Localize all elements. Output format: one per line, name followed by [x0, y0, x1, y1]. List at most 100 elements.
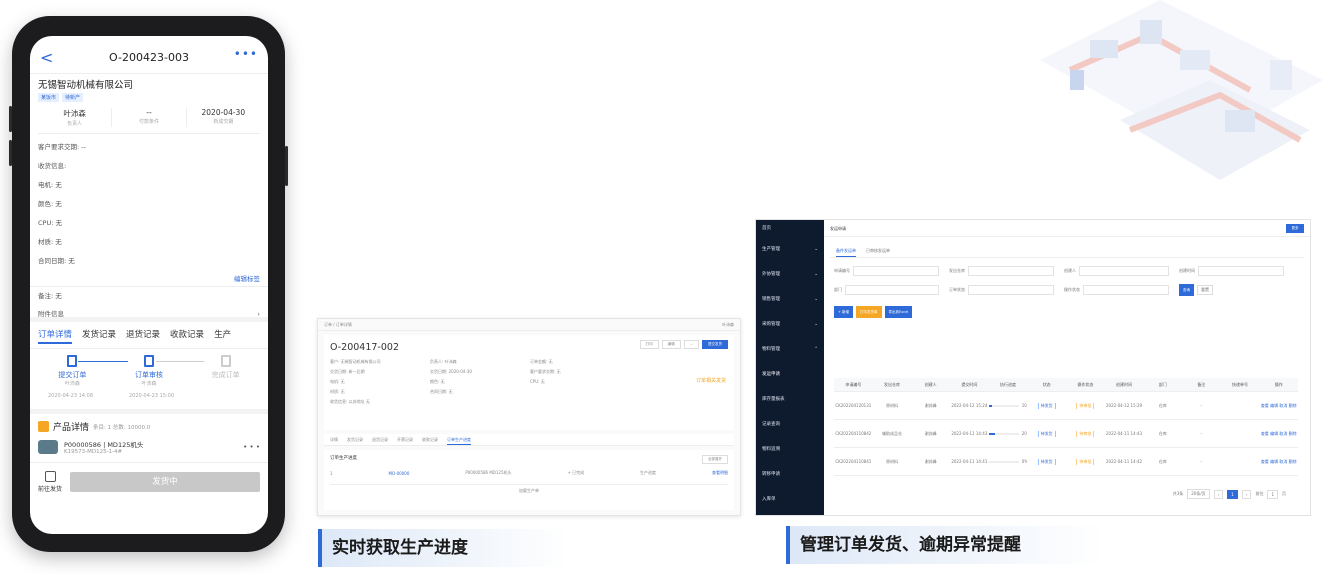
- sidebar-label: 物料管理: [762, 347, 780, 352]
- reset-button[interactable]: 重置: [1197, 285, 1213, 295]
- sidebar-item[interactable]: 物料追溯: [756, 437, 824, 462]
- filter-select[interactable]: [968, 285, 1054, 295]
- filter-select[interactable]: [1083, 285, 1169, 295]
- sidebar-label: 生产管理: [762, 247, 780, 252]
- search-button[interactable]: 查询: [1179, 284, 1194, 296]
- view-detail-link[interactable]: 查看明细: [712, 470, 728, 476]
- row-actions[interactable]: 查看 编辑 取消 删除: [1259, 431, 1298, 437]
- summary-row: 叶沛森 负责人 -- 付款条件 2020-04-30 新成交期: [38, 108, 260, 134]
- tab[interactable]: 开票记录: [397, 434, 413, 445]
- sidebar-item[interactable]: 转移申请: [756, 462, 824, 487]
- more-icon[interactable]: •••: [234, 47, 258, 61]
- tab-pending[interactable]: 备件发运单: [836, 243, 856, 257]
- tab-shipping[interactable]: 发货记录: [82, 328, 116, 344]
- sidebar-item[interactable]: 外协管理 ⌄: [756, 262, 824, 287]
- edit-tags-link[interactable]: 编辑标签: [30, 271, 268, 287]
- sidebar-item-active[interactable]: 发运申请: [756, 362, 824, 387]
- next-page[interactable]: ›: [1241, 489, 1252, 499]
- product-item[interactable]: P00000586 | MD125机头 K19573-MD125-1-4# • •…: [30, 435, 268, 459]
- shipping-button[interactable]: 发货中: [70, 472, 260, 492]
- table-row[interactable]: CK202204110841 原材料 谢苏峰 2022-04-11 14:410% 待发…: [834, 448, 1298, 476]
- page-number[interactable]: 1: [1227, 489, 1238, 499]
- tab-order-detail[interactable]: 订单详情: [38, 328, 73, 344]
- status-badge: 待发货: [1037, 430, 1056, 437]
- sidebar-label: 物料追溯: [762, 447, 780, 452]
- tab-production[interactable]: 生产: [214, 328, 231, 344]
- tab[interactable]: 退货记录: [372, 434, 388, 445]
- goto-input[interactable]: 1: [1267, 489, 1278, 499]
- date-value: 2020-04-30: [201, 108, 246, 117]
- table-row[interactable]: CK202204110842 辅助成品仓 谢苏峰 2022-04-11 14:43 20…: [834, 420, 1298, 448]
- filter-input[interactable]: [853, 266, 939, 276]
- sidebar-label: 销售管理: [762, 297, 780, 302]
- owner-label: 负责人: [67, 121, 83, 127]
- export-button[interactable]: 导出到Excel: [884, 306, 913, 318]
- production-row[interactable]: 1 MO-00000 P00000586 MD125机头 + 已完成 生产进度 …: [330, 470, 728, 476]
- date-label: 新成交期: [213, 119, 234, 125]
- go-ship-button[interactable]: 前往发货: [38, 471, 62, 493]
- cell[interactable]: MO-00000: [388, 471, 409, 476]
- ship-button[interactable]: 提交发货: [702, 340, 728, 349]
- row-actions[interactable]: 查看 编辑 取消 删除: [1259, 459, 1298, 465]
- chevron-down-icon: ⌄: [814, 322, 818, 327]
- product-thumbnail: [38, 440, 58, 454]
- field: 合同日期: 无: [430, 389, 453, 394]
- print-button[interactable]: 打印发货单: [856, 306, 882, 318]
- row-actions[interactable]: 查看 编辑 取消 删除: [1259, 403, 1298, 409]
- filter-select[interactable]: [968, 266, 1054, 276]
- sidebar-item[interactable]: 销售管理 ⌄: [756, 287, 824, 312]
- alert-text: 订单相关发货: [695, 378, 726, 384]
- step-date: 2020-04-23 15:00: [128, 393, 175, 399]
- load-more[interactable]: 加载生产单: [330, 484, 728, 494]
- tab-returns[interactable]: 退货记录: [126, 328, 160, 344]
- edit-button[interactable]: 编辑: [661, 340, 681, 349]
- phone-mockup: < O-200423-003 ••• 无锡智动机械有限公司 某饭市 待新产 叶沛…: [9, 16, 288, 552]
- tab-production-progress[interactable]: 订单生产进度: [447, 434, 471, 445]
- column-header: 备注: [1197, 381, 1206, 387]
- more-button[interactable]: ...: [683, 340, 699, 349]
- more-button[interactable]: 更多: [1286, 224, 1304, 233]
- sidebar-item[interactable]: 库存量报表: [756, 387, 824, 412]
- page-suffix: 页: [1282, 491, 1286, 496]
- attachments-row[interactable]: 附件信息 ›: [30, 306, 268, 322]
- add-button[interactable]: + 新增: [834, 306, 854, 318]
- note-row: 备注: 无: [38, 292, 62, 300]
- sidebar-item[interactable]: 采购管理 ⌄: [756, 312, 824, 337]
- page-size-select[interactable]: 20条/页: [1187, 489, 1210, 499]
- tab[interactable]: 收款记录: [422, 434, 438, 445]
- print-button[interactable]: 打印: [639, 340, 659, 349]
- table-cell: 待发货: [1027, 458, 1066, 465]
- table-cell: 2022-04-12 15:24: [951, 403, 988, 408]
- sidebar-item[interactable]: 生产管理 ⌄: [756, 237, 824, 262]
- company-name: 无锡智动机械有限公司: [38, 80, 134, 91]
- filter-label: 发出仓库: [949, 268, 965, 273]
- sidebar-item[interactable]: 入库单: [756, 487, 824, 512]
- sidebar: 首页 生产管理 ⌄ 外协管理 ⌄ 销售管理 ⌄ 采购管理 ⌄ 物料管理 ⌃ 发运申请 库存…: [756, 220, 824, 515]
- document-icon: [67, 355, 78, 367]
- filter-select[interactable]: [845, 285, 939, 295]
- more-icon[interactable]: • • •: [243, 443, 260, 451]
- tab[interactable]: 详情: [330, 434, 338, 445]
- payment-value: --: [146, 108, 152, 117]
- prev-page[interactable]: ‹: [1213, 489, 1224, 499]
- field: 材质: 无: [330, 389, 345, 394]
- breadcrumb: 订单 / 订单详情: [324, 322, 352, 327]
- order-card: O-200417-002 打印 编辑 ... 提交发货 客户: 无锡智动机械有限…: [324, 335, 734, 430]
- sidebar-item[interactable]: 物料管理 ⌃: [756, 337, 824, 362]
- tab-approved[interactable]: 已审核发运单: [866, 243, 890, 257]
- expand-all-button[interactable]: 全部展开: [702, 455, 728, 464]
- cell: 生产进度: [640, 470, 657, 475]
- table-cell: 原材料: [886, 458, 898, 464]
- product-stats: 条目: 1 总数: 10000.0: [93, 424, 151, 431]
- table-row[interactable]: CK202204120131 原材料 谢苏峰 2022-04-12 15:2410% 待…: [834, 392, 1298, 420]
- tab[interactable]: 发货记录: [347, 434, 363, 445]
- filter-select[interactable]: [1079, 266, 1169, 276]
- chevron-up-icon: ⌃: [814, 347, 818, 352]
- status-badge: 待审批: [1076, 430, 1095, 437]
- tab-payments[interactable]: 收款记录: [170, 328, 204, 344]
- date-range-input[interactable]: [1198, 266, 1284, 276]
- sidebar-home[interactable]: 首页: [756, 220, 824, 237]
- column-header: 创建时间: [1116, 381, 1133, 387]
- sidebar-item[interactable]: 记录查询: [756, 412, 824, 437]
- field-row: 收货信息:: [38, 162, 67, 170]
